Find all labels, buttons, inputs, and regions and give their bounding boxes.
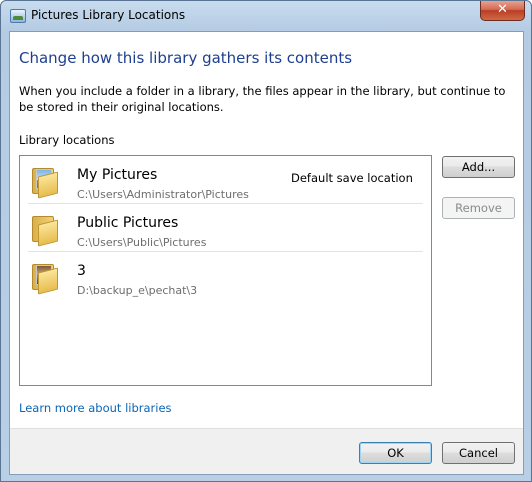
remove-button[interactable]: Remove [442, 197, 515, 219]
location-name: 3 [77, 263, 86, 279]
dialog-client-area: Change how this library gathers its cont… [9, 31, 524, 475]
ok-button[interactable]: OK [359, 442, 432, 464]
library-locations-label: Library locations [19, 133, 115, 147]
page-title: Change how this library gathers its cont… [19, 49, 353, 67]
add-button[interactable]: Add... [442, 156, 515, 178]
library-icon [10, 9, 26, 23]
folder-icon [30, 214, 60, 247]
list-item-my-pictures[interactable]: My Pictures C:\Users\Administrator\Pictu… [20, 156, 431, 204]
description-text: When you include a folder in a library, … [19, 84, 506, 114]
title-bar[interactable]: Pictures Library Locations ✕ [1, 1, 531, 31]
location-path: C:\Users\Public\Pictures [77, 236, 207, 249]
location-path: C:\Users\Administrator\Pictures [77, 188, 249, 201]
folder-photo-icon [30, 262, 60, 295]
list-item-3[interactable]: 3 D:\backup_e\pechat\3 [20, 252, 431, 300]
location-path: D:\backup_e\pechat\3 [77, 284, 198, 297]
window-title: Pictures Library Locations [31, 8, 186, 22]
location-name: Public Pictures [77, 215, 179, 231]
library-locations-list[interactable]: My Pictures C:\Users\Administrator\Pictu… [19, 155, 432, 386]
close-button[interactable]: ✕ [480, 1, 525, 21]
learn-more-link[interactable]: Learn more about libraries [19, 401, 172, 415]
cancel-button[interactable]: Cancel [442, 442, 515, 464]
dialog-footer: OK Cancel [10, 428, 523, 474]
location-name: My Pictures [77, 167, 158, 183]
list-item-public-pictures[interactable]: Public Pictures C:\Users\Public\Pictures [20, 204, 431, 252]
folder-pictures-icon [30, 166, 60, 199]
dialog-window: Pictures Library Locations ✕ Change how … [0, 0, 532, 482]
default-save-location-label: Default save location [291, 171, 413, 185]
